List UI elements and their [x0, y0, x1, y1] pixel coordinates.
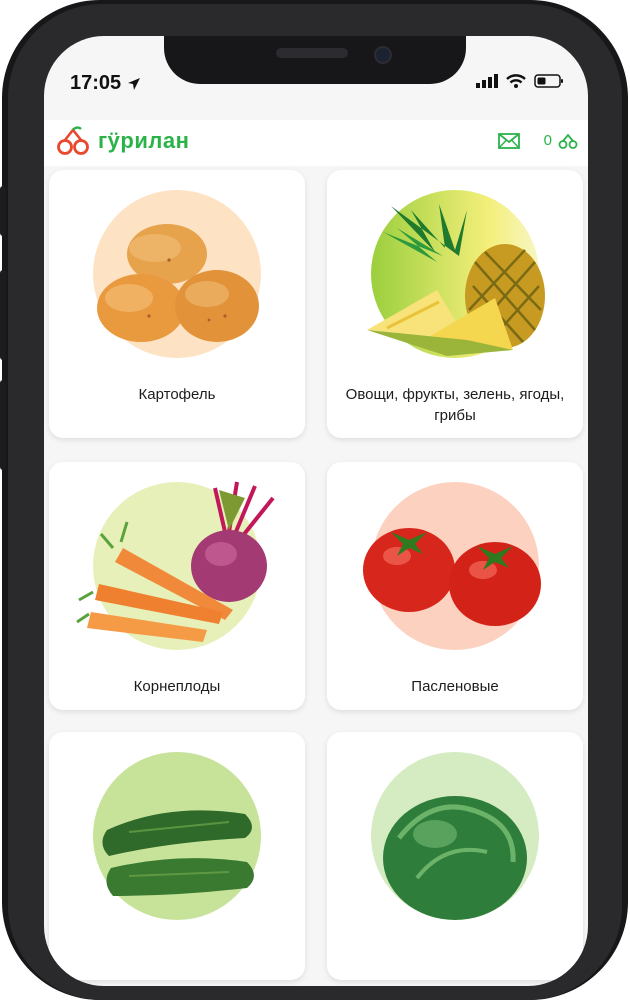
category-label: Корнеплоды [133, 678, 221, 695]
status-icons [476, 74, 564, 88]
pineapple-image [367, 204, 545, 356]
category-label: Пасленовые [411, 678, 499, 695]
category-card-potatoes[interactable]: Картофель [49, 170, 305, 438]
phone-side-button [0, 186, 6, 236]
category-card-nightshades[interactable]: Пасленовые [327, 462, 583, 710]
brand-name: гӱрилан [98, 128, 190, 153]
front-camera [374, 46, 392, 64]
tomatoes-image [363, 528, 541, 626]
category-label: Овощи, фрукты, зелень, ягоды, грибы [345, 386, 565, 424]
cucumbers-image [102, 810, 254, 896]
carrots-and-beet-image [76, 481, 275, 642]
category-label: Картофель [138, 386, 216, 403]
potatoes-image [97, 224, 259, 342]
signal-icon [476, 74, 498, 88]
battery-icon [534, 74, 563, 88]
category-card-root-vegetables[interactable]: Корнеплоды [49, 462, 305, 710]
category-card-vegetables-fruits[interactable]: Овощи, фрукты, зелень, ягоды, грибы [327, 170, 583, 438]
wifi-icon [506, 74, 526, 88]
app-screen: 17:05 гӱрилан 0 Картофель Овощи, фрукты,… [44, 36, 588, 986]
cabbage-image [383, 796, 527, 920]
category-card-cucumbers[interactable] [49, 732, 305, 980]
cart-icon [558, 133, 578, 149]
logo-mark-icon [57, 126, 89, 155]
notch [164, 36, 466, 84]
mail-icon[interactable] [497, 132, 520, 149]
header-actions: 0 [497, 132, 578, 149]
cart-button[interactable]: 0 [544, 132, 578, 149]
brand-logo[interactable]: гӱрилан [56, 126, 189, 156]
cart-count: 0 [543, 132, 552, 149]
category-card-cabbage[interactable] [327, 732, 583, 980]
phone-volume-down [0, 380, 6, 470]
clock: 17:05 [70, 72, 122, 94]
app-header: гӱрилан 0 [44, 120, 588, 166]
speaker-grille [276, 48, 348, 58]
status-time: 17:05 [70, 72, 141, 95]
phone-volume-up [0, 270, 6, 360]
location-arrow-icon [128, 77, 141, 90]
